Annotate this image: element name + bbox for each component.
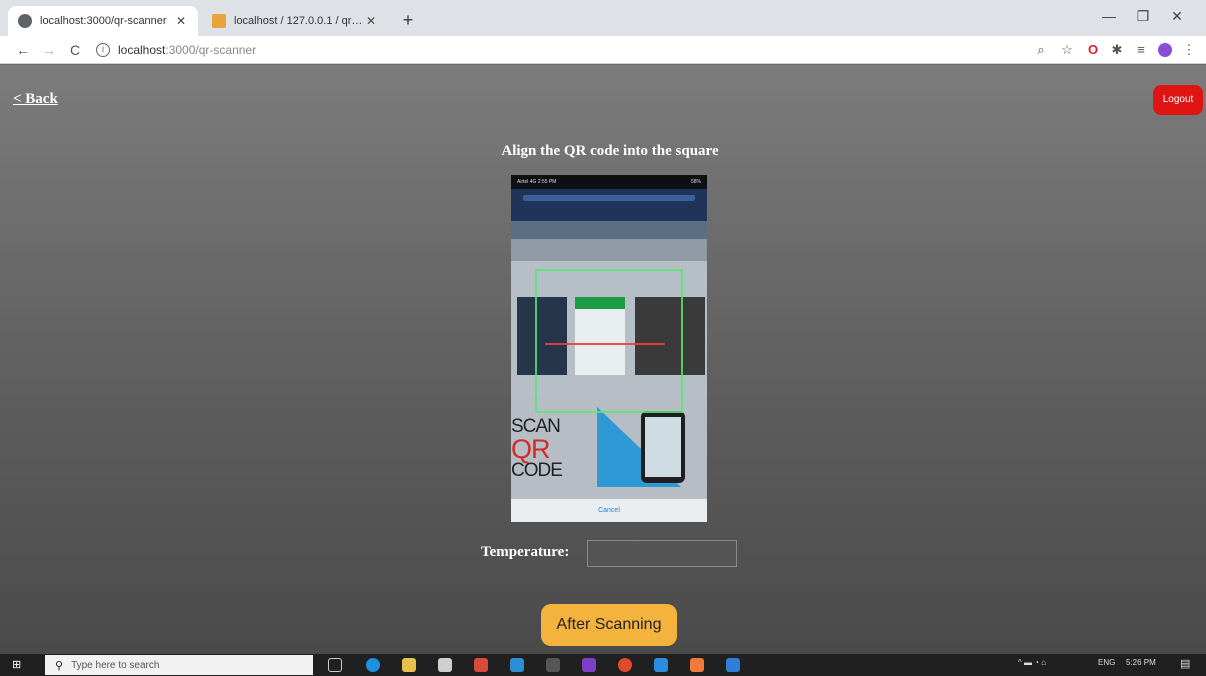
close-tab-icon[interactable]: ✕ xyxy=(174,14,188,28)
page-heading: Align the QR code into the square xyxy=(501,143,719,159)
visual-studio-icon[interactable] xyxy=(582,658,596,672)
extensions-puzzle-icon[interactable]: ✱ xyxy=(1108,41,1126,59)
close-window-icon[interactable]: ✕ xyxy=(1162,8,1192,25)
opera-extension-icon[interactable]: O xyxy=(1084,41,1102,59)
globe-icon xyxy=(18,14,32,28)
qr-camera-feed[interactable]: Airtel 4G 2:55 PM 58% SCAN QR CODE Cance… xyxy=(511,175,707,522)
app-icon[interactable] xyxy=(726,658,740,672)
forward-arrow-icon[interactable]: → xyxy=(40,41,58,59)
back-link[interactable]: < Back xyxy=(13,91,58,108)
new-tab-button[interactable]: + xyxy=(398,10,418,30)
bookmark-star-icon[interactable]: ☆ xyxy=(1058,41,1076,59)
temperature-label: Temperature: xyxy=(481,544,570,560)
scan-qr-code-graphic: SCAN QR CODE xyxy=(511,417,591,481)
tab-title: localhost / 127.0.0.1 / qrdemo / ... xyxy=(234,15,364,27)
back-arrow-icon[interactable]: ← xyxy=(14,41,32,59)
restore-icon[interactable]: ❐ xyxy=(1128,8,1158,25)
browser-tab-bar: localhost:3000/qr-scanner ✕ localhost / … xyxy=(0,0,1206,36)
phone-cancel-label: Cancel xyxy=(598,507,620,514)
scan-laser-line xyxy=(545,343,665,345)
taskbar-search-box[interactable]: ⚲ Type here to search xyxy=(45,655,313,675)
notification-icon[interactable]: ▤ xyxy=(1180,657,1190,670)
store-icon[interactable] xyxy=(438,658,452,672)
clock[interactable]: 5:26 PM xyxy=(1126,658,1156,667)
browser-tab-phpmyadmin[interactable]: localhost / 127.0.0.1 / qrdemo / ... ✕ xyxy=(202,6,388,36)
mail-icon[interactable] xyxy=(510,658,524,672)
app-icon[interactable] xyxy=(690,658,704,672)
app-icon[interactable] xyxy=(546,658,560,672)
vscode-icon[interactable] xyxy=(654,658,668,672)
phone-status-right: 58% xyxy=(690,179,701,185)
minimize-icon[interactable]: — xyxy=(1094,8,1124,24)
qr-word: QR xyxy=(511,434,551,464)
address-bar[interactable]: i localhost :3000/qr-scanner xyxy=(96,40,1026,60)
phone-status-left: Airtel 4G 2:55 PM xyxy=(517,179,557,185)
phone-app-bar xyxy=(511,189,707,221)
browser-tab-qr-scanner[interactable]: localhost:3000/qr-scanner ✕ xyxy=(8,6,198,36)
reading-list-icon[interactable]: ≡ xyxy=(1132,41,1150,59)
browser-toolbar: ← → C i localhost :3000/qr-scanner ⌕ ☆ O… xyxy=(0,36,1206,64)
taskbar-search-placeholder: Type here to search xyxy=(71,659,160,671)
tab-title: localhost:3000/qr-scanner xyxy=(40,15,167,27)
phone-status-bar: Airtel 4G 2:55 PM 58% xyxy=(511,175,707,189)
phone-graphic xyxy=(641,411,685,483)
code-word: CODE xyxy=(511,460,563,481)
browser-menu-icon[interactable]: ⋮ xyxy=(1180,41,1198,59)
page-viewport: < Back Logout Align the QR code into the… xyxy=(0,65,1206,654)
search-icon: ⚲ xyxy=(55,659,64,672)
windows-start-icon[interactable]: ⊞ xyxy=(12,659,24,671)
phpmyadmin-icon xyxy=(212,14,226,28)
app-icon[interactable] xyxy=(618,658,632,672)
edge-browser-icon[interactable] xyxy=(366,658,380,672)
phone-bottom-bar: Cancel xyxy=(511,499,707,522)
windows-taskbar: ⊞ ⚲ Type here to search ^ ▬ ◔ ⌂ ENG 5:26… xyxy=(0,654,1206,676)
url-path: :3000/qr-scanner xyxy=(165,43,257,57)
zoom-icon[interactable]: ⌕ xyxy=(1032,41,1050,59)
chrome-browser-icon[interactable] xyxy=(474,658,488,672)
phone-url-bar xyxy=(511,221,707,239)
system-tray-icons[interactable]: ^ ▬ ◔ ⌂ xyxy=(1018,658,1046,667)
url-host: localhost xyxy=(118,43,166,57)
temperature-input[interactable] xyxy=(587,540,737,567)
language-indicator[interactable]: ENG xyxy=(1098,658,1115,667)
task-view-icon[interactable] xyxy=(328,658,342,672)
logout-button[interactable]: Logout xyxy=(1153,85,1203,115)
scan-target-box xyxy=(535,269,683,413)
info-icon[interactable]: i xyxy=(96,43,110,57)
close-tab-icon[interactable]: ✕ xyxy=(364,14,378,28)
file-explorer-icon[interactable] xyxy=(402,658,416,672)
after-scanning-button[interactable]: After Scanning xyxy=(541,604,677,646)
profile-avatar-icon[interactable] xyxy=(1156,41,1174,59)
reload-icon[interactable]: C xyxy=(66,41,84,59)
